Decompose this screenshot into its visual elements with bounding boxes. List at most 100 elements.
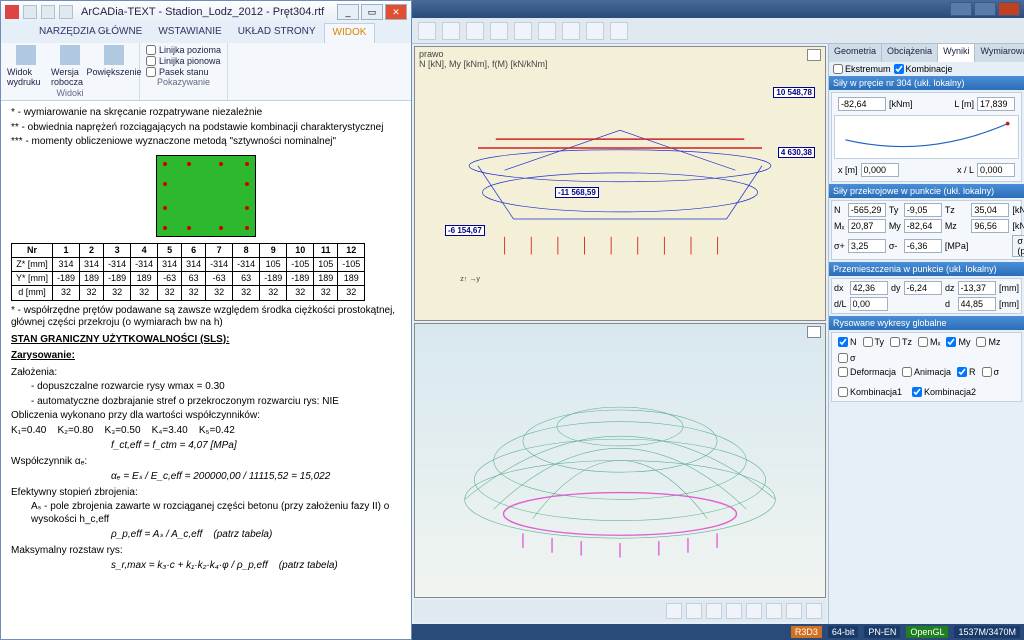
- titlebar: ArCADia-TEXT - Stadion_Lodz_2012 - Pręt3…: [1, 1, 411, 23]
- cb-sg[interactable]: σ: [982, 367, 1000, 377]
- moment-input[interactable]: [838, 97, 886, 111]
- prop-tabs: Geometria Obciążenia Wyniki Wymiarowanie: [829, 44, 1024, 62]
- ribbon-tab[interactable]: NARZĘDZIA GŁÓWNE: [31, 23, 150, 43]
- length-input[interactable]: [977, 97, 1015, 111]
- ribbon-tab[interactable]: WSTAWIANIE: [150, 23, 229, 43]
- status-gl: OpenGL: [906, 626, 948, 638]
- Mx-input[interactable]: [848, 219, 886, 233]
- toolbar-icon[interactable]: [538, 22, 556, 40]
- toolbar-icon[interactable]: [514, 22, 532, 40]
- vp-control-icon[interactable]: [766, 603, 782, 619]
- toolbar-icon[interactable]: [442, 22, 460, 40]
- d-label: d: [945, 299, 955, 309]
- My-input[interactable]: [904, 219, 942, 233]
- cb-My[interactable]: My: [946, 337, 970, 347]
- maximize-button[interactable]: ▭: [361, 4, 383, 20]
- N-input[interactable]: [848, 203, 886, 217]
- dome-render: [435, 344, 805, 577]
- N-label: N: [834, 205, 845, 215]
- restore-button[interactable]: [974, 2, 996, 16]
- prop-tab[interactable]: Wymiarowanie: [975, 44, 1024, 62]
- vp-control-icon[interactable]: [666, 603, 682, 619]
- prop-tab[interactable]: Geometria: [829, 44, 882, 62]
- toolbar-icon[interactable]: [466, 22, 484, 40]
- sg-button[interactable]: σ (p): [1012, 235, 1024, 257]
- cb-Mx[interactable]: Mₓ: [918, 337, 940, 347]
- kombinacje-checkbox[interactable]: Kombinacje: [894, 64, 953, 74]
- document-body[interactable]: * - wymiarowanie na skręcanie rozpatrywa…: [1, 101, 411, 639]
- xm-label: x [m]: [838, 165, 858, 175]
- qat-save-icon[interactable]: [23, 5, 37, 19]
- cb-Ty[interactable]: Ty: [863, 337, 885, 347]
- xL-input[interactable]: [977, 163, 1015, 177]
- vp-control-icon[interactable]: [746, 603, 762, 619]
- cb-ani[interactable]: Animacja: [902, 367, 951, 377]
- statusbar-checkbox[interactable]: Pasek stanu: [146, 67, 221, 77]
- status-arch: 64-bit: [828, 626, 859, 638]
- expand-icon[interactable]: [807, 49, 821, 61]
- xL-label: x / L: [957, 165, 974, 175]
- minimize-button[interactable]: [950, 2, 972, 16]
- sm-input[interactable]: [904, 239, 942, 253]
- cb-komb2[interactable]: Kombinacja2: [912, 387, 976, 397]
- xm-input[interactable]: [861, 163, 899, 177]
- dL-label: d/L: [834, 299, 847, 309]
- qat-undo-icon[interactable]: [41, 5, 55, 19]
- hruler-checkbox[interactable]: Linijka pozioma: [146, 45, 221, 55]
- minimize-button[interactable]: _: [337, 4, 359, 20]
- vruler-checkbox[interactable]: Linijka pionowa: [146, 56, 221, 66]
- expand-icon[interactable]: [807, 326, 821, 338]
- help-icon[interactable]: [610, 22, 628, 40]
- cb-R[interactable]: R: [957, 367, 976, 377]
- note: *** - momenty obliczeniowe wyznaczone me…: [11, 136, 401, 149]
- cb-Mz[interactable]: Mz: [976, 337, 1000, 347]
- sp-input[interactable]: [848, 239, 886, 253]
- toolbar-icon[interactable]: [562, 22, 580, 40]
- dz-input[interactable]: [958, 281, 996, 295]
- vp-control-icon[interactable]: [686, 603, 702, 619]
- qat-redo-icon[interactable]: [59, 5, 73, 19]
- cb-N[interactable]: N: [838, 337, 857, 347]
- structural-app: prawo N [kN], My [kNm], f(M) [kN/kNm]: [412, 0, 1024, 640]
- Mz-input[interactable]: [971, 219, 1009, 233]
- close-button[interactable]: [998, 2, 1020, 16]
- app-titlebar: [412, 0, 1024, 18]
- Ty-input[interactable]: [904, 203, 942, 217]
- cb-sigma[interactable]: σ: [838, 353, 856, 363]
- dy-input[interactable]: [904, 281, 942, 295]
- sm-label: σ-: [889, 241, 901, 251]
- vp-control-icon[interactable]: [706, 603, 722, 619]
- draft-view-button[interactable]: Wersja robocza: [51, 45, 89, 88]
- cb-def[interactable]: Deformacja: [838, 367, 896, 377]
- toolbar-icon[interactable]: [418, 22, 436, 40]
- zoom-button[interactable]: Powiększenie: [95, 45, 133, 88]
- prop-tab-active[interactable]: Wyniki: [938, 44, 975, 62]
- cb-Tz[interactable]: Tz: [890, 337, 912, 347]
- ribbon-tab[interactable]: UKŁAD STRONY: [230, 23, 324, 43]
- main-area: prawo N [kN], My [kNm], f(M) [kN/kNm]: [412, 44, 1024, 624]
- prop-tab[interactable]: Obciążenia: [882, 44, 938, 62]
- ribbon-group-show: Linijka pozioma Linijka pionowa Pasek st…: [140, 43, 228, 100]
- cb-komb1[interactable]: Kombinacja1: [838, 387, 902, 397]
- quick-access-toolbar: [23, 5, 73, 19]
- wrench-icon[interactable]: [586, 22, 604, 40]
- ribbon-tab-active[interactable]: WIDOK: [324, 23, 376, 43]
- ef-label: Efektywny stopień zbrojenia:: [11, 487, 401, 500]
- close-button[interactable]: ✕: [385, 4, 407, 20]
- toolbar-icon[interactable]: [490, 22, 508, 40]
- viewport-2d[interactable]: prawo N [kN], My [kNm], f(M) [kN/kNm]: [414, 46, 826, 321]
- d-input[interactable]: [958, 297, 996, 311]
- formula: s_r,max = k₃·c + k₁·k₂·k₄·φ / ρ_p,eff (p…: [111, 560, 401, 573]
- print-view-button[interactable]: Widok wydruku: [7, 45, 45, 88]
- cracking-heading: Zarysowanie:: [11, 350, 401, 363]
- vp-control-icon[interactable]: [726, 603, 742, 619]
- Mz-label: Mz: [945, 221, 969, 231]
- viewport-3d[interactable]: [414, 323, 826, 598]
- extremum-checkbox[interactable]: Ekstremum: [833, 64, 891, 74]
- Tz-input[interactable]: [971, 203, 1009, 217]
- vp-control-icon[interactable]: [806, 603, 822, 619]
- table-row: Z* [mm]314314-314-314314314-314-314105-1…: [12, 257, 365, 271]
- dL-input[interactable]: [850, 297, 888, 311]
- vp-control-icon[interactable]: [786, 603, 802, 619]
- dx-input[interactable]: [850, 281, 888, 295]
